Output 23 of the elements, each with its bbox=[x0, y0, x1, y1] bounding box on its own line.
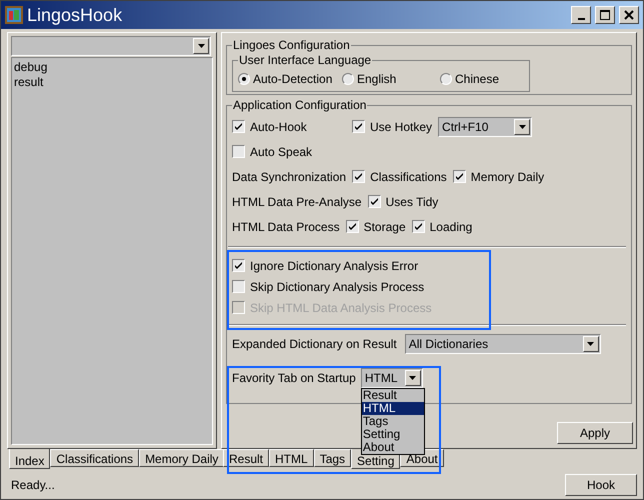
field-label: HTML Data Pre-Analyse bbox=[232, 194, 362, 210]
field-label: HTML Data Process bbox=[232, 218, 340, 236]
checkbox-label: Classifications bbox=[370, 168, 447, 186]
group-title: Lingoes Configuration bbox=[232, 37, 351, 54]
group-title: User Interface Language bbox=[238, 52, 372, 69]
field-label: Expanded Dictionary on Result bbox=[232, 336, 397, 353]
checkbox-label: Use Hotkey bbox=[370, 118, 432, 136]
checkbox-label: Storage bbox=[364, 218, 406, 236]
checkbox-label: Auto Speak bbox=[250, 144, 312, 160]
radio-label: English bbox=[357, 71, 396, 88]
window-title: LingosHook bbox=[27, 4, 124, 27]
checkbox-label: Auto-Hook bbox=[250, 118, 307, 136]
field-label: Favority Tab on Startup bbox=[232, 370, 356, 387]
group-title: Application Configuration bbox=[232, 97, 368, 114]
radio-label: Auto-Detection bbox=[253, 71, 332, 88]
checkbox-label: Ignore Dictionary Analysis Error bbox=[250, 258, 418, 274]
status-text: Ready... bbox=[10, 477, 56, 494]
checkbox-label: Uses Tidy bbox=[386, 194, 438, 210]
checkbox-label: Loading bbox=[430, 218, 472, 236]
field-label: Data Synchronization bbox=[232, 168, 346, 186]
checkbox-label: Memory Daily bbox=[470, 168, 544, 186]
radio-label: Chinese bbox=[455, 71, 500, 88]
checkbox-label: Skip Dictionary Analysis Process bbox=[250, 278, 424, 296]
